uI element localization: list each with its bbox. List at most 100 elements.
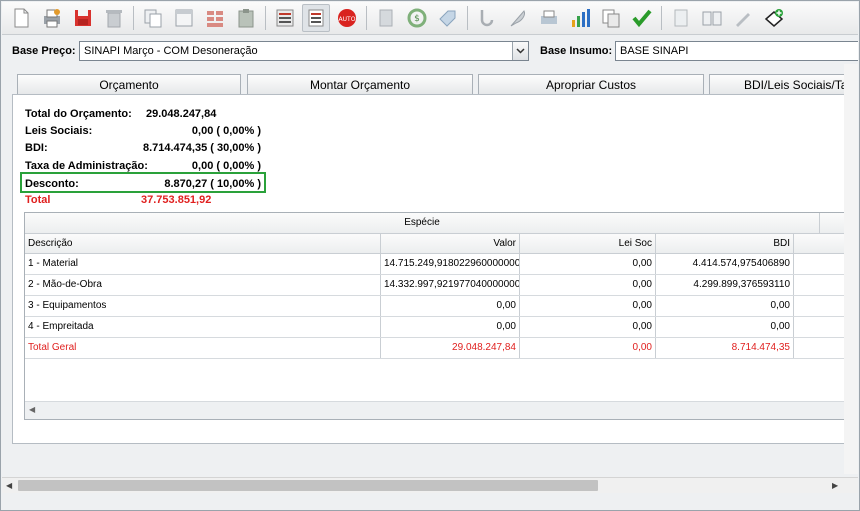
horizontal-scrollbar[interactable]: ◀ ▶ bbox=[2, 477, 858, 493]
cell-valor: 14.332.997,921977040000000 bbox=[381, 275, 520, 295]
total-value: 37.753.851,92 bbox=[141, 194, 212, 206]
tab-bdi-leis-sociais[interactable]: BDI/Leis Sociais/Taxas bbox=[709, 74, 845, 94]
svg-text:$: $ bbox=[414, 14, 420, 24]
auto-label: AUTO bbox=[339, 16, 356, 23]
total-label: Total bbox=[25, 194, 51, 206]
cell-bdi: 0,00 bbox=[656, 317, 794, 337]
cell-lei-soc: 0,00 bbox=[520, 275, 656, 295]
cell-bdi: 0,00 bbox=[656, 296, 794, 316]
duplicate-icon[interactable] bbox=[597, 4, 625, 32]
scroll-left-icon[interactable]: ◀ bbox=[6, 481, 12, 490]
tab-apropriar-custos[interactable]: Apropriar Custos bbox=[478, 74, 704, 94]
col-valor[interactable]: Valor bbox=[381, 234, 520, 253]
scroll-right-icon[interactable]: ▶ bbox=[832, 481, 838, 490]
cell-lei-soc: 0,00 bbox=[520, 338, 656, 358]
feather-icon[interactable] bbox=[504, 4, 532, 32]
cell-valor: 0,00 bbox=[381, 296, 520, 316]
col-lei-soc-label: Lei Soc bbox=[618, 238, 652, 249]
cell-bdi: 4.299.899,376593110 bbox=[656, 275, 794, 295]
cell-descricao: Total Geral bbox=[25, 338, 381, 358]
vertical-scrollbar[interactable] bbox=[844, 64, 858, 474]
bdi-label: BDI: bbox=[25, 142, 48, 154]
taxa-administracao-value: 0,00 ( 0,00% ) bbox=[191, 160, 261, 172]
cell-bdi: 8.714.474,35 bbox=[656, 338, 794, 358]
cell-descricao: 4 - Empreitada bbox=[25, 317, 381, 337]
bricks-icon[interactable] bbox=[201, 4, 229, 32]
save-icon[interactable] bbox=[69, 4, 97, 32]
tab-orcamento[interactable]: Orçamento bbox=[17, 74, 241, 94]
cell-lei-soc: 0,00 bbox=[520, 317, 656, 337]
cell-descricao: 1 - Material bbox=[25, 254, 381, 274]
toolbar-separator bbox=[661, 6, 662, 30]
scrollbar-thumb[interactable] bbox=[18, 480, 598, 491]
base-insumo-label: Base Insumo: bbox=[540, 45, 613, 57]
base-selection-row: Base Preço: SINAPI Março - COM Desoneraç… bbox=[2, 37, 858, 64]
copy-icon[interactable] bbox=[139, 4, 167, 32]
table-row[interactable]: 3 - Equipamentos 0,00 0,00 0,00 bbox=[25, 296, 844, 317]
table-row[interactable]: 1 - Material 14.715.249,918022960000000 … bbox=[25, 254, 844, 275]
base-preco-label: Base Preço: bbox=[12, 45, 76, 57]
col-bdi-label: BDI bbox=[773, 238, 790, 249]
col-descricao-label: Descrição bbox=[28, 238, 73, 249]
auto-icon[interactable]: AUTO bbox=[333, 4, 361, 32]
col-bdi[interactable]: BDI bbox=[656, 234, 794, 253]
new-document-icon[interactable] bbox=[7, 4, 35, 32]
printer-icon[interactable] bbox=[535, 4, 563, 32]
col-valor-label: Valor bbox=[493, 238, 516, 249]
paste-icon[interactable] bbox=[232, 4, 260, 32]
delete-icon[interactable] bbox=[100, 4, 128, 32]
tag-icon[interactable] bbox=[434, 4, 462, 32]
tab-label: Montar Orçamento bbox=[309, 78, 411, 92]
bdi-value: 8.714.474,35 ( 30,00% ) bbox=[142, 142, 261, 154]
cell-valor: 29.048.247,84 bbox=[381, 338, 520, 358]
cell-descricao: 3 - Equipamentos bbox=[25, 296, 381, 316]
grid-horizontal-scrollbar[interactable]: ◀ bbox=[25, 401, 844, 419]
especie-header: Espécie bbox=[25, 213, 820, 233]
bar-chart-icon[interactable] bbox=[566, 4, 594, 32]
tab-label: BDI/Leis Sociais/Taxas bbox=[744, 78, 844, 92]
especie-grid: Espécie Descrição Valor Lei Soc BDI 1 - … bbox=[24, 212, 845, 420]
cell-valor: 14.715.249,918022960000000 bbox=[381, 254, 520, 274]
toolbar-separator bbox=[265, 6, 266, 30]
col-descricao[interactable]: Descrição bbox=[25, 234, 381, 253]
check-icon[interactable] bbox=[628, 4, 656, 32]
list-icon[interactable] bbox=[271, 4, 299, 32]
print-icon[interactable] bbox=[38, 4, 66, 32]
base-insumo-select[interactable]: BASE SINAPI bbox=[615, 41, 858, 61]
base-preco-value: SINAPI Março - COM Desoneração bbox=[84, 45, 258, 57]
toolbar-separator bbox=[133, 6, 134, 30]
add-bookmark-icon[interactable] bbox=[760, 4, 788, 32]
tab-label: Apropriar Custos bbox=[545, 78, 637, 92]
col-lei-soc[interactable]: Lei Soc bbox=[520, 234, 656, 253]
book-icon[interactable] bbox=[698, 4, 726, 32]
base-insumo-value: BASE SINAPI bbox=[620, 45, 689, 57]
pen-icon[interactable] bbox=[729, 4, 757, 32]
notepad-icon[interactable] bbox=[667, 4, 695, 32]
cell-lei-soc: 0,00 bbox=[520, 296, 656, 316]
checklist-icon[interactable] bbox=[302, 4, 330, 32]
toolbar: AUTO $ bbox=[2, 2, 858, 35]
calculator-icon[interactable] bbox=[372, 4, 400, 32]
tab-label: Orçamento bbox=[99, 78, 159, 92]
leis-sociais-value: 0,00 ( 0,00% ) bbox=[191, 125, 261, 137]
cell-lei-soc: 0,00 bbox=[520, 254, 656, 274]
toolbar-separator bbox=[366, 6, 367, 30]
table-row-total[interactable]: Total Geral 29.048.247,84 0,00 8.714.474… bbox=[25, 338, 844, 359]
base-preco-select[interactable]: SINAPI Março - COM Desoneração bbox=[79, 41, 529, 61]
recycle-money-icon[interactable]: $ bbox=[403, 4, 431, 32]
table-row[interactable]: 4 - Empreitada 0,00 0,00 0,00 bbox=[25, 317, 844, 338]
grid-group-header: Espécie bbox=[25, 213, 844, 234]
desconto-label: Desconto: bbox=[25, 178, 79, 190]
hook-icon[interactable] bbox=[473, 4, 501, 32]
chevron-down-icon[interactable] bbox=[512, 42, 528, 60]
leis-sociais-label: Leis Sociais: bbox=[25, 125, 93, 137]
window-icon[interactable] bbox=[170, 4, 198, 32]
tab-montar-orcamento[interactable]: Montar Orçamento bbox=[247, 74, 473, 94]
total-orcamento-label: Total do Orçamento: bbox=[25, 108, 132, 120]
scroll-left-icon[interactable]: ◀ bbox=[29, 405, 35, 414]
especie-header-text: Espécie bbox=[404, 217, 440, 228]
cell-valor: 0,00 bbox=[381, 317, 520, 337]
table-row[interactable]: 2 - Mão-de-Obra 14.332.997,9219770400000… bbox=[25, 275, 844, 296]
grid-column-header: Descrição Valor Lei Soc BDI bbox=[25, 234, 844, 254]
toolbar-separator bbox=[467, 6, 468, 30]
